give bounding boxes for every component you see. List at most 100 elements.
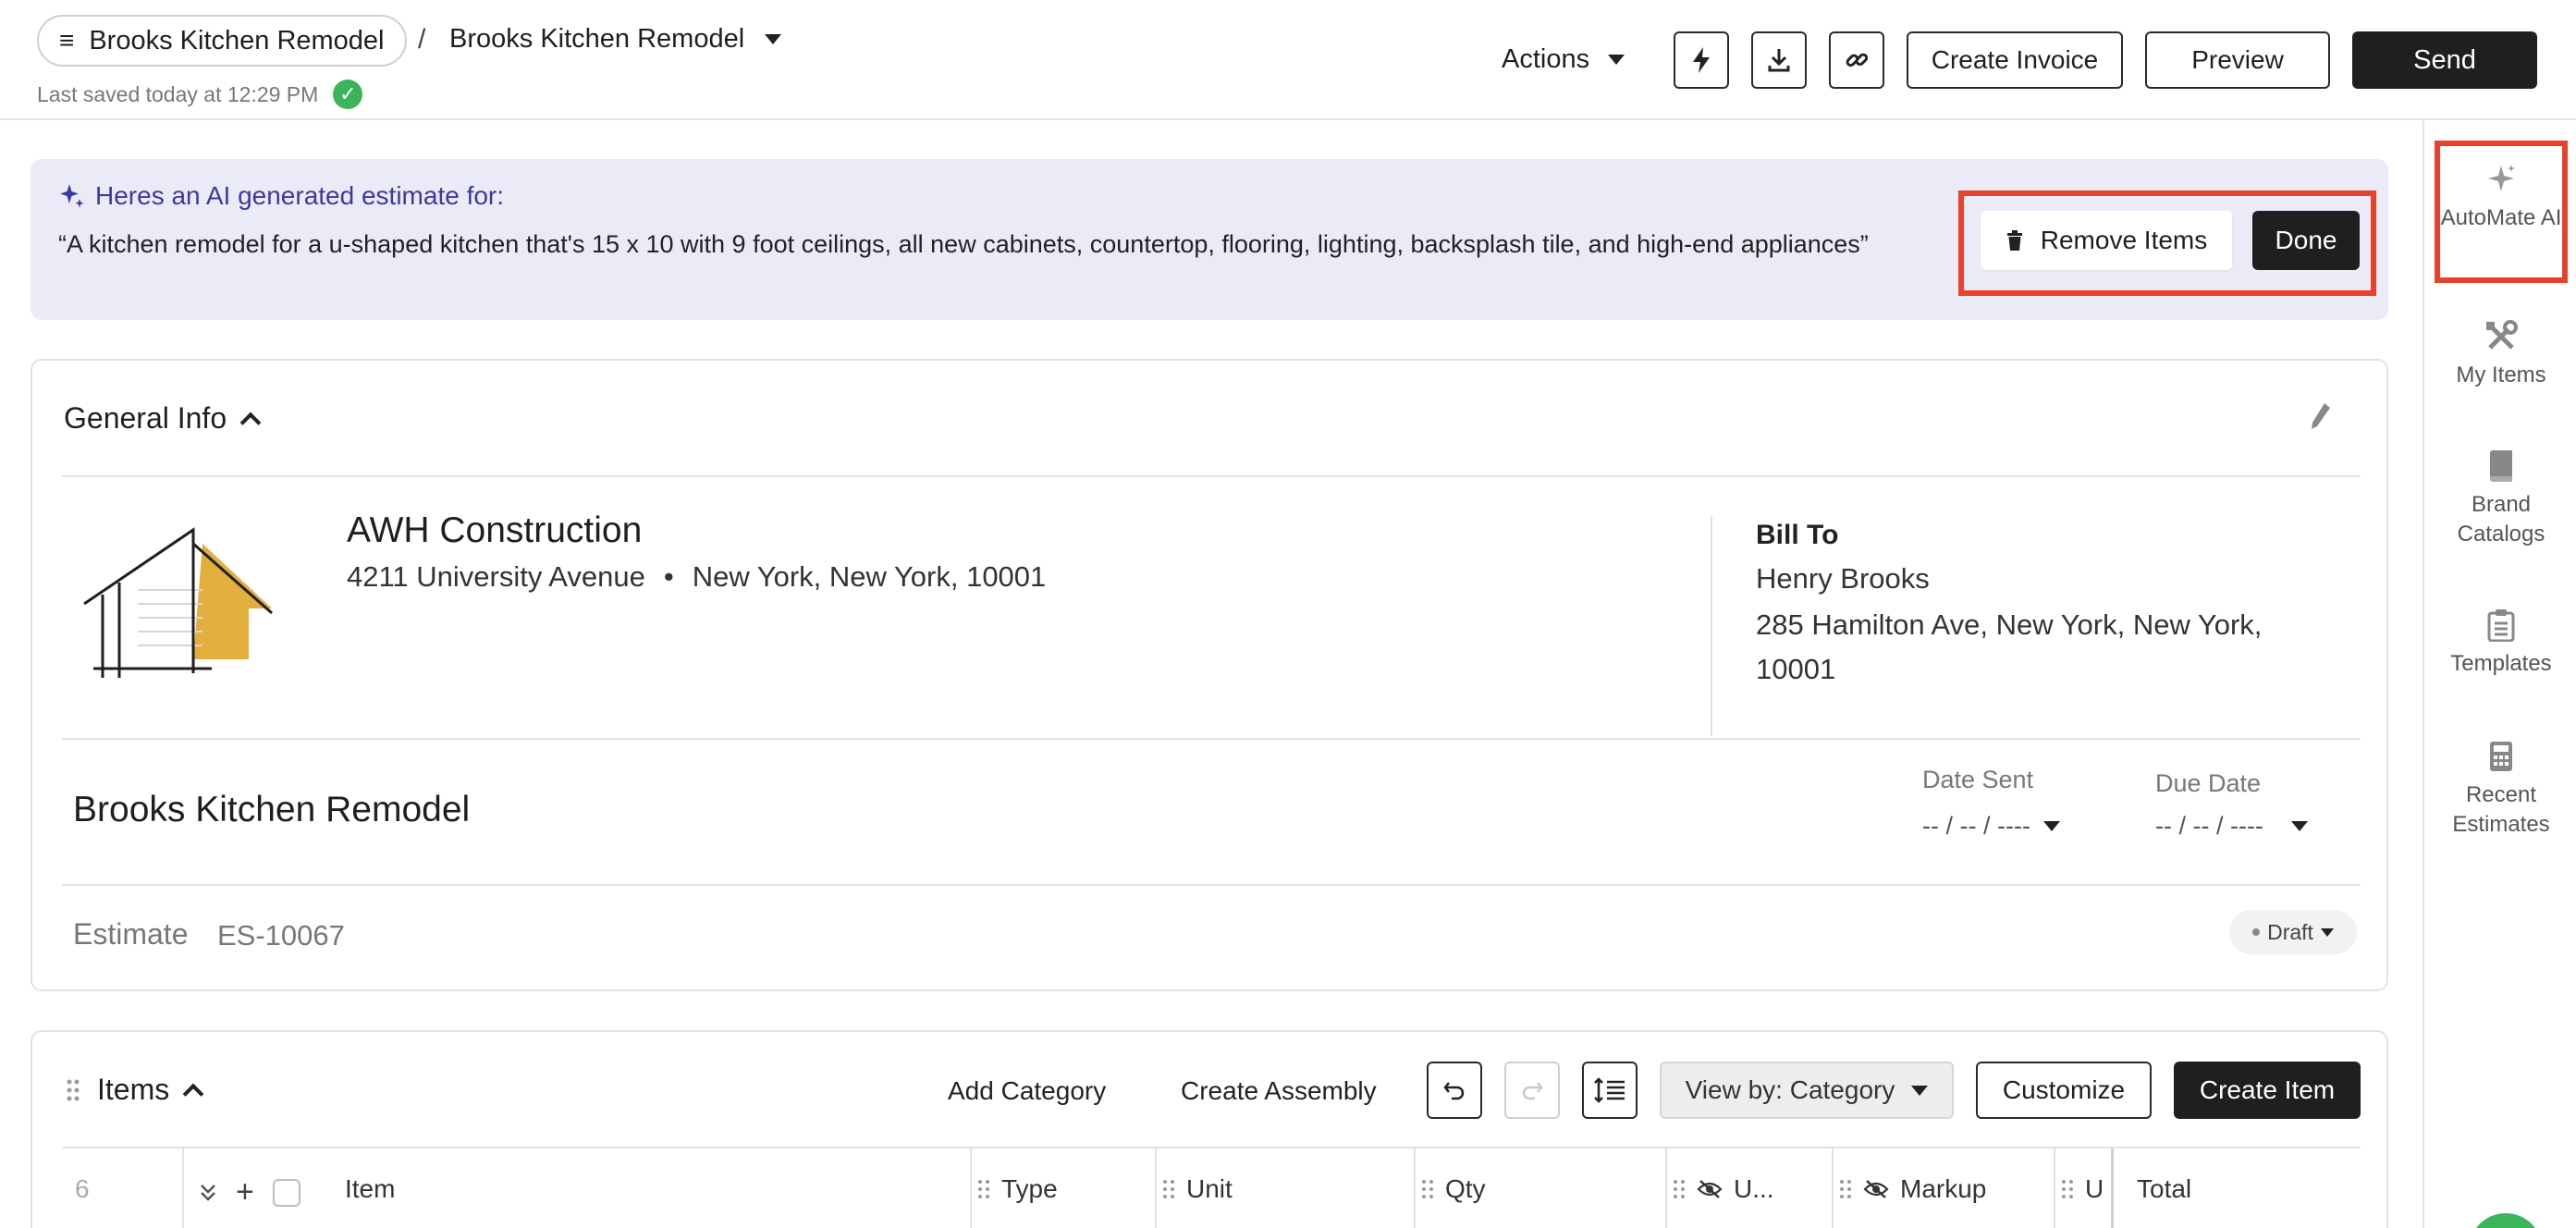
select-all-checkbox[interactable]	[272, 1178, 301, 1207]
create-assembly-button[interactable]: Create Assembly	[1181, 1076, 1377, 1106]
column-header-qty[interactable]: Qty	[1421, 1174, 1486, 1204]
eye-off-icon[interactable]	[1697, 1179, 1723, 1199]
view-by-dropdown[interactable]: View by: Category	[1660, 1062, 1954, 1119]
column-unit-label: Unit	[1186, 1174, 1233, 1203]
edit-general-info-button[interactable]	[2309, 401, 2333, 436]
breadcrumb-current-dropdown[interactable]: Brooks Kitchen Remodel	[449, 24, 782, 55]
column-type-label: Type	[1001, 1174, 1058, 1203]
column-divider	[1155, 1148, 1157, 1228]
status-badge: Draft	[2267, 919, 2313, 944]
collapse-all-icon[interactable]	[199, 1183, 217, 1203]
download-button[interactable]	[1751, 31, 1807, 89]
sidebar-item-brand-catalogs[interactable]: Brand Catalogs	[2424, 449, 2576, 549]
bill-to-name: Henry Brooks	[1756, 562, 1930, 595]
drag-handle-icon	[978, 1180, 989, 1198]
actions-dropdown[interactable]: Actions	[1502, 44, 1625, 75]
column-header-total[interactable]: Total	[2137, 1174, 2191, 1204]
breadcrumb-root-label: Brooks Kitchen Remodel	[89, 25, 385, 55]
column-header-item[interactable]: Item	[345, 1174, 395, 1204]
due-date-picker[interactable]: -- / -- / ----	[2155, 812, 2308, 841]
banner-heading: Heres an AI generated estimate for:	[58, 181, 504, 211]
status-dot-icon	[2252, 928, 2261, 936]
top-bar: ≡ Brooks Kitchen Remodel / Brooks Kitche…	[0, 0, 2576, 120]
add-row-icon[interactable]: +	[236, 1174, 254, 1210]
sidebar-item-my-items[interactable]: My Items	[2424, 320, 2576, 390]
hamburger-menu-icon: ≡	[59, 26, 75, 55]
column-divider	[182, 1148, 184, 1228]
due-date-label: Due Date	[2155, 769, 2262, 797]
column-divider	[1665, 1148, 1667, 1228]
caret-down-icon	[1911, 1085, 1929, 1096]
download-icon	[1768, 49, 1790, 72]
sparkle-icon	[60, 184, 84, 208]
company-logo	[82, 525, 276, 687]
company-street: 4211 University Avenue	[347, 560, 645, 593]
chevron-up-icon	[182, 1083, 204, 1104]
create-invoice-button[interactable]: Create Invoice	[1907, 31, 2123, 89]
column-header-u[interactable]: U	[2061, 1174, 2104, 1204]
automate-ai-highlight	[2435, 141, 2568, 283]
create-item-button[interactable]: Create Item	[2174, 1062, 2361, 1119]
column-header-markup[interactable]: Markup	[1839, 1174, 1986, 1204]
date-sent-picker[interactable]: -- / -- / ----	[1922, 812, 2060, 841]
drag-handle-icon	[1674, 1180, 1685, 1198]
caret-down-icon	[2320, 927, 2334, 937]
bill-to-label: Bill To	[1756, 520, 1839, 550]
tools-icon	[2486, 320, 2518, 350]
general-info-title: General Info	[64, 401, 227, 435]
table-header-row: 6 + Item Type Unit Qty U... Markup U Tot…	[62, 1147, 2361, 1228]
row-controls: +	[199, 1174, 301, 1210]
column-unit-cost-label: U...	[1734, 1174, 1774, 1203]
actions-label: Actions	[1502, 44, 1590, 74]
copy-link-button[interactable]	[1829, 31, 1884, 89]
book-icon	[2490, 450, 2512, 482]
sidebar-item-recent-estimates[interactable]: Recent Estimates	[2424, 740, 2576, 840]
redo-icon	[1522, 1082, 1543, 1100]
column-divider	[2054, 1148, 2055, 1228]
remove-items-button[interactable]: Remove Items	[1981, 211, 2232, 270]
column-qty-label: Qty	[1445, 1174, 1486, 1203]
done-button[interactable]: Done	[2252, 211, 2360, 270]
check-circle-icon: ✓	[333, 80, 363, 109]
sidebar-brand-catalogs-label: Brand Catalogs	[2457, 492, 2545, 546]
chevron-up-icon	[239, 411, 262, 433]
frozen-column-divider	[2111, 1148, 2114, 1228]
save-status: Last saved today at 12:29 PM ✓	[37, 80, 363, 109]
general-info-toggle[interactable]: General Info	[64, 401, 262, 436]
estimate-number: ES-10067	[217, 919, 345, 952]
redo-button[interactable]	[1504, 1062, 1560, 1119]
breadcrumb-separator: /	[418, 24, 426, 55]
company-city: New York, New York, 10001	[692, 560, 1047, 593]
column-divider	[970, 1148, 972, 1228]
general-info-card: General Info AWH Construction 4211 Unive…	[31, 359, 2388, 991]
sidebar-item-templates[interactable]: Templates	[2424, 608, 2576, 679]
customize-button[interactable]: Customize	[1976, 1062, 2152, 1119]
preview-button[interactable]: Preview	[2145, 31, 2330, 89]
add-category-button[interactable]: Add Category	[948, 1076, 1106, 1106]
status-dropdown[interactable]: Draft	[2229, 910, 2357, 954]
column-header-unit[interactable]: Unit	[1162, 1174, 1233, 1204]
caret-down-icon	[2042, 821, 2060, 831]
send-button[interactable]: Send	[2352, 31, 2537, 89]
divider	[62, 475, 2361, 477]
eye-off-icon[interactable]	[1863, 1179, 1889, 1199]
column-markup-label: Markup	[1900, 1174, 1987, 1203]
drag-handle-icon	[1163, 1180, 1174, 1198]
breadcrumb-root-button[interactable]: ≡ Brooks Kitchen Remodel	[37, 15, 407, 67]
divider	[62, 884, 2361, 886]
banner-heading-text: Heres an AI generated estimate for:	[95, 181, 505, 210]
right-sidebar: AutoMate AI My Items Brand Catalogs Temp…	[2423, 120, 2576, 1228]
column-header-type[interactable]: Type	[977, 1174, 1058, 1204]
column-u-label: U	[2085, 1174, 2104, 1203]
caret-down-icon	[765, 34, 782, 44]
ai-prompt-text: “A kitchen remodel for a u-shaped kitche…	[58, 230, 1869, 258]
column-header-unit-cost[interactable]: U...	[1673, 1174, 1774, 1204]
last-saved-text: Last saved today at 12:29 PM	[37, 81, 319, 106]
quick-action-button[interactable]	[1674, 31, 1729, 89]
vertical-divider	[1711, 516, 1712, 736]
caret-down-icon	[2290, 821, 2308, 831]
undo-button[interactable]	[1427, 1062, 1482, 1119]
row-count: 6	[75, 1174, 90, 1203]
items-toggle[interactable]: Items	[66, 1073, 204, 1107]
row-height-button[interactable]	[1582, 1062, 1638, 1119]
